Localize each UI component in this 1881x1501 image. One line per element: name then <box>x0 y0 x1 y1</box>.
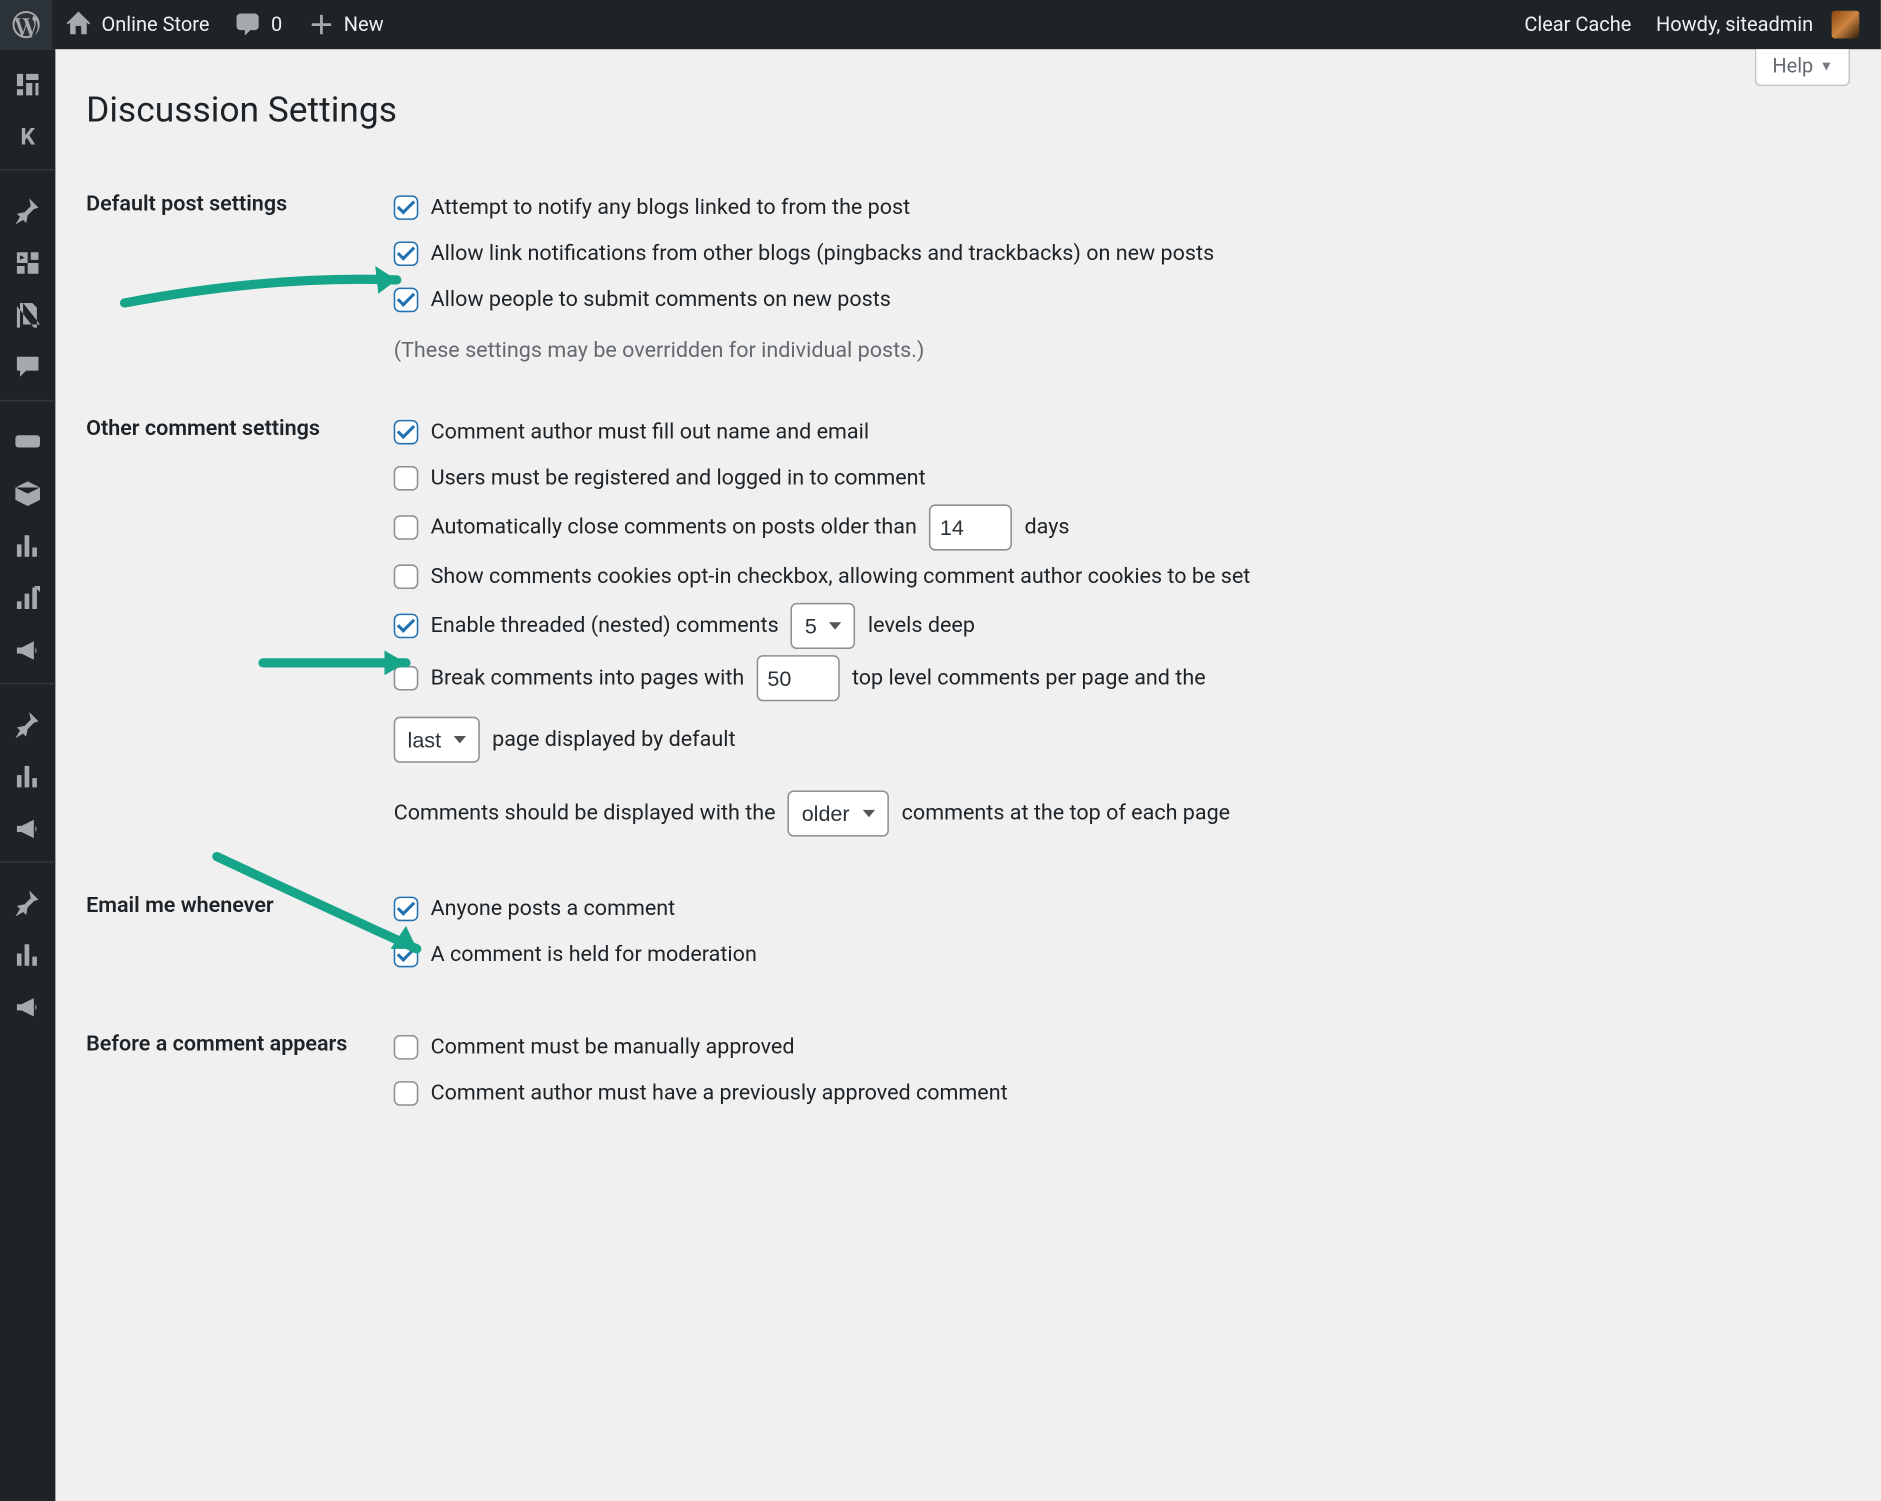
checkbox-notify-linked-blogs[interactable] <box>394 195 419 220</box>
my-account[interactable]: Howdy, siteadmin <box>1644 0 1872 49</box>
bars-icon <box>12 531 43 562</box>
menu-media[interactable] <box>0 237 55 289</box>
label-email-anyone[interactable]: Anyone posts a comment <box>431 897 676 922</box>
letter-k-icon: K <box>20 123 35 151</box>
megaphone-icon <box>12 635 43 666</box>
home-icon <box>65 11 93 39</box>
site-name-link[interactable]: Online Store <box>52 0 221 49</box>
section-heading-other: Other comment settings <box>86 386 394 863</box>
menu-megaphone3[interactable] <box>0 981 55 1033</box>
label-paginate-mid: top level comments per page and the <box>852 666 1206 691</box>
input-autoclose-days[interactable] <box>929 504 1012 550</box>
input-comments-per-page[interactable] <box>757 655 840 701</box>
label-allow-comments[interactable]: Allow people to submit comments on new p… <box>431 288 891 313</box>
label-autoclose-post: days <box>1025 515 1070 540</box>
checkbox-autoclose[interactable] <box>394 515 419 540</box>
bars-up-icon <box>12 583 43 614</box>
checkbox-email-anyone[interactable] <box>394 897 419 922</box>
label-require-registered[interactable]: Users must be registered and logged in t… <box>431 466 926 491</box>
settings-page: Help ▼ Discussion Settings Default post … <box>55 49 1880 1501</box>
checkbox-paginate[interactable] <box>394 666 419 691</box>
checkbox-threaded[interactable] <box>394 614 419 639</box>
media-icon <box>12 248 43 279</box>
comment-icon <box>234 11 262 39</box>
pages-icon <box>12 300 43 331</box>
checkbox-require-name-email[interactable] <box>394 420 419 445</box>
label-require-name-email[interactable]: Comment author must fill out name and em… <box>431 420 869 445</box>
new-content-label: New <box>344 13 384 36</box>
comments-icon <box>12 352 43 383</box>
menu-analytics2[interactable] <box>0 750 55 802</box>
label-paginate-pre[interactable]: Break comments into pages with <box>431 666 745 691</box>
bars-icon <box>12 761 43 792</box>
menu-analytics[interactable] <box>0 520 55 572</box>
menu-posts[interactable] <box>0 185 55 237</box>
menu-pages[interactable] <box>0 289 55 341</box>
checkbox-cookies-optin[interactable] <box>394 564 419 589</box>
pin-icon <box>12 887 43 918</box>
label-notify-linked-blogs[interactable]: Attempt to notify any blogs linked to fr… <box>431 195 911 220</box>
megaphone-icon <box>12 814 43 845</box>
menu-posts3[interactable] <box>0 877 55 929</box>
caret-down-icon: ▼ <box>1819 58 1833 75</box>
select-comment-order[interactable]: older <box>788 790 890 836</box>
section-heading-email: Email me whenever <box>86 863 394 1001</box>
label-manual-approve[interactable]: Comment must be manually approved <box>431 1035 795 1060</box>
wordpress-icon <box>12 11 40 39</box>
checkbox-allow-comments[interactable] <box>394 288 419 313</box>
plus-icon <box>307 11 335 39</box>
section-heading-before: Before a comment appears <box>86 1001 394 1139</box>
menu-stats[interactable] <box>0 572 55 624</box>
menu-analytics3[interactable] <box>0 929 55 981</box>
menu-products[interactable] <box>0 468 55 520</box>
menu-dashboard[interactable] <box>0 58 55 110</box>
checkbox-manual-approve[interactable] <box>394 1035 419 1060</box>
label-threaded-pre[interactable]: Enable threaded (nested) comments <box>431 614 779 639</box>
bars-icon <box>12 940 43 971</box>
megaphone-icon <box>12 992 43 1023</box>
label-autoclose-pre[interactable]: Automatically close comments on posts ol… <box>431 515 917 540</box>
menu-woo[interactable] <box>0 415 55 467</box>
menu-posts2[interactable] <box>0 698 55 750</box>
checkbox-prev-approved[interactable] <box>394 1081 419 1106</box>
select-default-page[interactable]: last <box>394 717 480 763</box>
site-name-text: Online Store <box>102 13 210 36</box>
default-post-note: (These settings may be overridden for in… <box>394 338 1835 363</box>
admin-menu: K <box>0 49 55 1501</box>
label-cookies-optin[interactable]: Show comments cookies opt-in checkbox, a… <box>431 564 1251 589</box>
menu-kadence[interactable]: K <box>0 111 55 163</box>
label-prev-approved[interactable]: Comment author must have a previously ap… <box>431 1081 1008 1106</box>
pin-icon <box>12 195 43 226</box>
wp-logo[interactable] <box>0 0 52 49</box>
new-content-link[interactable]: New <box>295 0 396 49</box>
box-icon <box>12 478 43 509</box>
label-email-moderation[interactable]: A comment is held for moderation <box>431 943 757 968</box>
menu-megaphone2[interactable] <box>0 803 55 855</box>
checkbox-email-moderation[interactable] <box>394 943 419 968</box>
label-order-post: comments at the top of each page <box>902 801 1230 826</box>
select-thread-depth[interactable]: 5 <box>791 603 856 649</box>
label-paginate-post: page displayed by default <box>492 727 735 752</box>
comments-link[interactable]: 0 <box>222 0 295 49</box>
menu-comments[interactable] <box>0 341 55 393</box>
admin-toolbar: Online Store 0 New Clear Cache Howdy, si… <box>0 0 1881 49</box>
label-threaded-post: levels deep <box>868 614 975 639</box>
clear-cache-link[interactable]: Clear Cache <box>1512 0 1644 49</box>
checkbox-require-registered[interactable] <box>394 466 419 491</box>
comments-count: 0 <box>271 13 282 36</box>
checkbox-allow-pingbacks[interactable] <box>394 241 419 266</box>
section-heading-default: Default post settings <box>86 161 394 386</box>
woo-icon <box>12 426 43 457</box>
dashboard-icon <box>12 69 43 100</box>
help-tab[interactable]: Help ▼ <box>1755 49 1850 86</box>
pin-icon <box>12 709 43 740</box>
avatar <box>1832 11 1860 39</box>
label-allow-pingbacks[interactable]: Allow link notifications from other blog… <box>431 241 1215 266</box>
label-order-pre: Comments should be displayed with the <box>394 801 776 826</box>
page-title: Discussion Settings <box>86 89 1850 131</box>
menu-marketing[interactable] <box>0 624 55 676</box>
howdy-text: Howdy, siteadmin <box>1656 13 1813 36</box>
